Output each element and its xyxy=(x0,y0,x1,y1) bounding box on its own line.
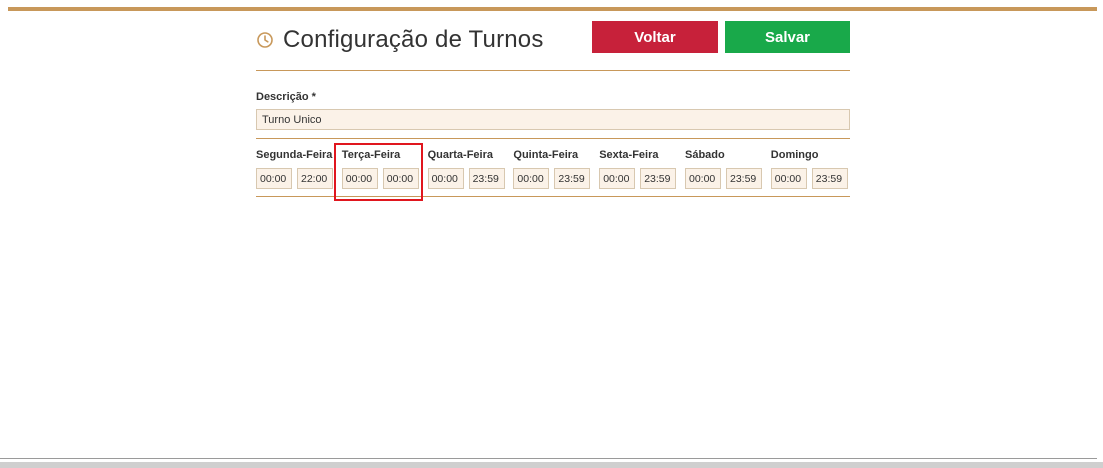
day-label: Quarta-Feira xyxy=(427,149,494,161)
page-header: Configuração de Turnos Voltar Salvar xyxy=(256,20,850,70)
time-range xyxy=(256,168,342,189)
day-wednesday: Quarta-Feira xyxy=(427,149,514,189)
page-title: Configuração de Turnos xyxy=(283,26,544,53)
day-label: Terça-Feira xyxy=(341,149,401,161)
day-label: Domingo xyxy=(770,149,819,161)
day-sunday: Domingo xyxy=(770,149,857,189)
end-time-input[interactable] xyxy=(640,168,677,189)
start-time-input[interactable] xyxy=(684,168,721,189)
day-label: Segunda-Feira xyxy=(256,149,333,161)
day-monday: Segunda-Feira xyxy=(256,149,342,189)
end-time-input[interactable] xyxy=(725,168,762,189)
end-time-input[interactable] xyxy=(297,168,333,189)
shift-config-panel: Configuração de Turnos Voltar Salvar Des… xyxy=(256,20,850,201)
description-label: Descrição * xyxy=(256,91,316,103)
save-button[interactable]: Salvar xyxy=(725,21,850,53)
description-input[interactable] xyxy=(256,109,850,130)
end-time-input[interactable] xyxy=(382,168,419,189)
day-label: Quinta-Feira xyxy=(513,149,579,161)
time-range xyxy=(770,168,857,189)
end-time-input[interactable] xyxy=(811,168,848,189)
schedule-divider xyxy=(256,196,850,197)
end-time-input[interactable] xyxy=(554,168,591,189)
day-tuesday: Terça-Feira xyxy=(341,149,428,189)
start-time-input[interactable] xyxy=(256,168,292,189)
end-time-input[interactable] xyxy=(468,168,505,189)
start-time-input[interactable] xyxy=(770,168,807,189)
back-button[interactable]: Voltar xyxy=(592,21,718,53)
start-time-input[interactable] xyxy=(427,168,464,189)
day-label: Sexta-Feira xyxy=(599,149,659,161)
title-group: Configuração de Turnos xyxy=(256,26,544,54)
clock-icon xyxy=(256,31,274,49)
day-saturday: Sábado xyxy=(684,149,771,189)
start-time-input[interactable] xyxy=(513,168,550,189)
time-range xyxy=(684,168,771,189)
footer-strip xyxy=(0,462,1103,468)
day-friday: Sexta-Feira xyxy=(599,149,685,189)
top-accent-bar xyxy=(8,7,1097,11)
time-range xyxy=(599,168,685,189)
description-field-group: Descrição * xyxy=(256,71,850,130)
time-range xyxy=(341,168,428,189)
day-thursday: Quinta-Feira xyxy=(513,149,599,189)
time-range xyxy=(427,168,514,189)
footer-divider xyxy=(0,458,1097,459)
start-time-input[interactable] xyxy=(599,168,636,189)
start-time-input[interactable] xyxy=(341,168,378,189)
day-label: Sábado xyxy=(684,149,725,161)
time-range xyxy=(513,168,599,189)
weekday-schedule: Segunda-Feira Terça-Feira Quarta-Feira Q… xyxy=(256,139,850,201)
